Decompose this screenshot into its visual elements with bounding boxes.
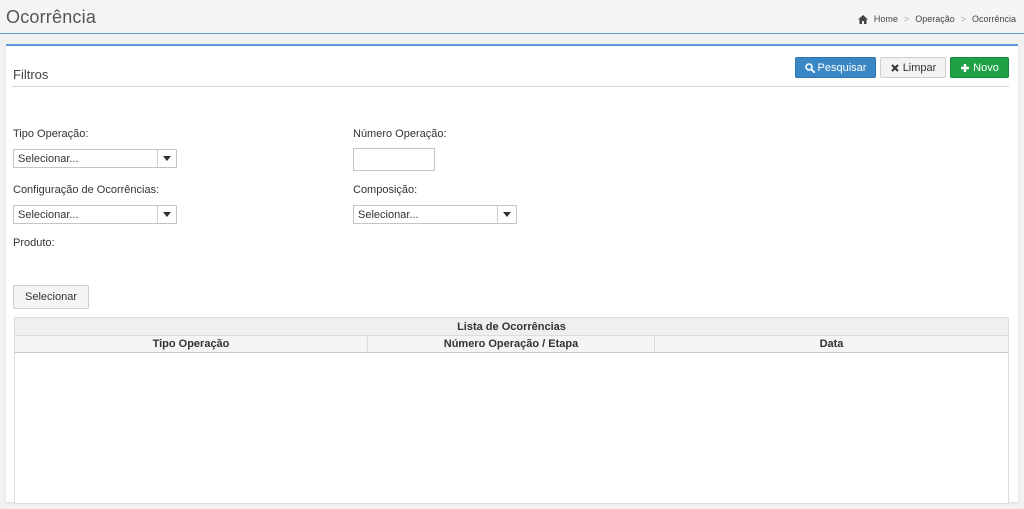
config-ocorrencias-label: Configuração de Ocorrências: [13, 184, 160, 196]
clear-button-label: Limpar [902, 61, 937, 74]
composicao-value: Selecionar... [358, 209, 419, 221]
composicao-select[interactable]: Selecionar... [353, 205, 517, 224]
panel-divider [12, 86, 1009, 87]
chevron-down-icon[interactable] [157, 150, 176, 167]
breadcrumb: Home > Operação > Ocorrência [857, 14, 1016, 24]
page-header: Ocorrência Home > Operação > Ocorrência [0, 0, 1024, 34]
selecionar-button[interactable]: Selecionar [13, 285, 89, 309]
close-icon [890, 63, 899, 72]
clear-button[interactable]: Limpar [880, 57, 946, 78]
search-icon [804, 62, 815, 73]
breadcrumb-current: Ocorrência [971, 14, 1016, 24]
plus-icon [961, 63, 970, 72]
home-icon [857, 14, 868, 24]
panel-title: Filtros [13, 67, 49, 82]
column-header-data[interactable]: Data [655, 336, 1008, 352]
chevron-down-icon[interactable] [157, 206, 176, 223]
breadcrumb-home[interactable]: Home [874, 14, 898, 24]
page-title: Ocorrência [6, 7, 97, 27]
table-header-row: Tipo Operação Número Operação / Etapa Da… [15, 336, 1008, 353]
numero-operacao-input[interactable] [353, 148, 435, 171]
search-button[interactable]: Pesquisar [795, 57, 876, 78]
ocorrencias-table: Lista de Ocorrências Tipo Operação Númer… [14, 317, 1009, 504]
config-ocorrencias-value: Selecionar... [18, 209, 79, 221]
new-button[interactable]: Novo [950, 57, 1009, 78]
produto-label: Produto: [13, 237, 55, 249]
tipo-operacao-label: Tipo Operação: [13, 128, 89, 140]
config-ocorrencias-select[interactable]: Selecionar... [13, 205, 177, 224]
tipo-operacao-select[interactable]: Selecionar... [13, 149, 177, 168]
column-header-numero-operacao[interactable]: Número Operação / Etapa [368, 336, 655, 352]
breadcrumb-separator: > [960, 14, 966, 24]
tipo-operacao-value: Selecionar... [18, 153, 79, 165]
composicao-label: Composição: [353, 184, 418, 196]
search-button-label: Pesquisar [817, 61, 867, 74]
filters-panel: Filtros Pesquisar Limpar Novo Tipo Opera… [6, 44, 1018, 504]
column-header-tipo-operacao[interactable]: Tipo Operação [15, 336, 368, 352]
breadcrumb-separator: > [903, 14, 910, 24]
chevron-down-icon[interactable] [497, 206, 516, 223]
numero-operacao-label: Número Operação: [353, 128, 447, 140]
breadcrumb-operacao[interactable]: Operação [915, 14, 955, 24]
table-caption: Lista de Ocorrências [15, 318, 1008, 336]
new-button-label: Novo [973, 61, 999, 74]
